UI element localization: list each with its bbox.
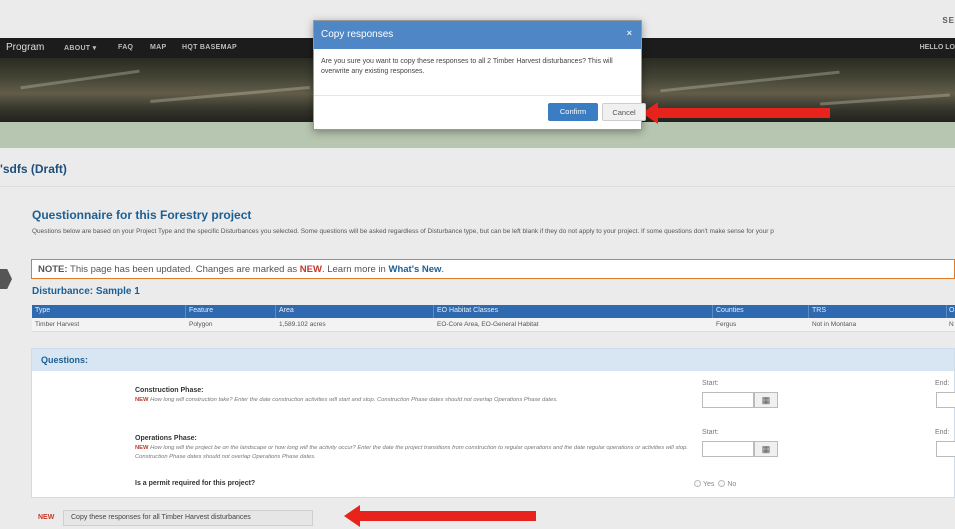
cell-area: 1,589.102 acres (279, 321, 326, 328)
operations-new-badge: NEW (135, 445, 149, 451)
top-right-link[interactable]: SE (942, 16, 955, 25)
cell-type: Timber Harvest (35, 321, 80, 328)
table-header: Type Feature Area EO Habitat Classes Cou… (32, 305, 955, 318)
construction-help-text: How long will construction take? Enter t… (148, 397, 558, 403)
cell-eo-habitat: EO-Core Area, EO-General Habitat (437, 321, 539, 328)
page-title: 'sdfs (Draft) (0, 162, 67, 176)
dialog-header: Copy responses × (314, 21, 641, 49)
questionnaire-title: Questionnaire for this Forestry project (32, 208, 252, 222)
permit-yes-label: Yes (703, 481, 715, 488)
construction-new-badge: NEW (135, 397, 149, 403)
copy-responses-button[interactable]: Copy these responses for all Timber Harv… (63, 510, 313, 526)
operations-phase-label: Operations Phase: (135, 435, 197, 442)
cell-feature: Polygon (189, 321, 213, 328)
dialog-body: Are you sure you want to copy these resp… (314, 49, 641, 96)
construction-end-input[interactable] (936, 392, 955, 408)
construction-start-input[interactable] (702, 392, 754, 408)
nav-about[interactable]: ABOUT ▾ (64, 44, 96, 52)
col-counties: Counties (716, 307, 744, 314)
construction-phase-label: Construction Phase: (135, 387, 204, 394)
construction-end-label: End: (935, 380, 950, 387)
copy-responses-dialog: Copy responses × Are you sure you want t… (313, 20, 646, 130)
operations-phase-help: NEW How long will the project be on the … (135, 444, 695, 462)
disturbance-title: Disturbance: Sample 1 (32, 286, 140, 297)
calendar-icon[interactable]: ▦ (754, 392, 778, 408)
notice-text-2: . Learn more in (321, 264, 389, 275)
site-brand[interactable]: Program (6, 42, 44, 53)
construction-phase-help: NEW How long will construction take? Ent… (135, 396, 695, 405)
col-type: Type (35, 307, 51, 314)
nav-hqt-basemap[interactable]: HQT BASEMAP (182, 44, 237, 51)
notice-prefix: NOTE: (38, 264, 68, 275)
disturbance-table: Type Feature Area EO Habitat Classes Cou… (32, 305, 955, 332)
copy-new-badge: NEW (38, 514, 55, 521)
permit-radio-group: Yes No (694, 480, 736, 488)
notice-new-word: NEW (299, 264, 322, 275)
operations-end-label: End: (935, 429, 950, 436)
questionnaire-description: Questions below are based on your Projec… (32, 228, 774, 235)
notice-text-1: This page has been updated. Changes are … (67, 264, 300, 275)
close-icon[interactable]: × (627, 28, 632, 38)
col-area: Area (279, 307, 294, 314)
col-trs: TRS (812, 307, 826, 314)
operations-help-text: How long will the project be on the land… (135, 445, 688, 460)
questions-header: Questions: (32, 349, 954, 371)
permit-question-label: Is a permit required for this project? (135, 480, 256, 487)
cell-trs: Not in Montana (812, 321, 857, 328)
permit-no-label: No (727, 481, 737, 488)
cell-counties: Fergus (716, 321, 737, 328)
operations-start-input[interactable] (702, 441, 754, 457)
permit-no-radio[interactable] (718, 480, 726, 487)
operations-end-input[interactable] (936, 441, 955, 457)
questions-panel: Questions: Construction Phase: NEW How l… (31, 348, 955, 498)
dialog-title: Copy responses (321, 29, 394, 40)
notice-end: . (441, 264, 445, 275)
col-eo-habitat: EO Habitat Classes (437, 307, 499, 314)
col-other: O (949, 307, 955, 314)
user-greeting[interactable]: HELLO LO (920, 44, 955, 51)
side-panel-toggle[interactable] (0, 269, 12, 289)
nav-map[interactable]: MAP (150, 44, 166, 51)
cancel-button[interactable]: Cancel (602, 103, 646, 121)
calendar-icon[interactable]: ▦ (754, 441, 778, 457)
update-notice: NOTE: This page has been updated. Change… (31, 259, 955, 279)
cell-other: N (949, 321, 954, 328)
divider (0, 186, 955, 187)
confirm-button[interactable]: Confirm (548, 103, 598, 121)
nav-faq[interactable]: FAQ (118, 44, 133, 51)
permit-yes-radio[interactable] (694, 480, 701, 487)
operations-start-label: Start: (702, 429, 719, 436)
table-row: Timber Harvest Polygon 1,589.102 acres E… (32, 318, 955, 332)
annotation-arrow-copy (344, 505, 536, 527)
col-feature: Feature (189, 307, 214, 314)
construction-start-label: Start: (702, 380, 719, 387)
annotation-arrow-cancel (642, 102, 830, 124)
whats-new-link[interactable]: What's New (388, 264, 441, 275)
